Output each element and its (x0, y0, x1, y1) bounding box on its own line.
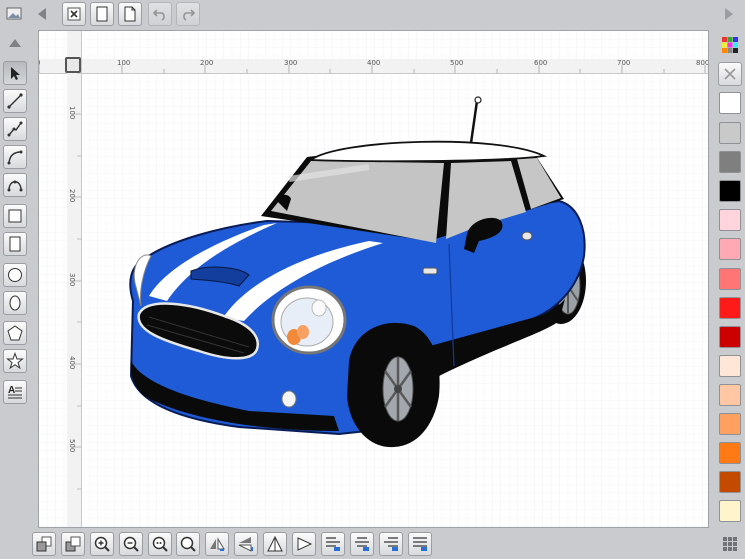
color-swatch-peach[interactable] (719, 384, 741, 406)
zoom-in-icon[interactable] (90, 532, 114, 556)
square-icon[interactable] (3, 204, 27, 228)
color-swatch-gray[interactable] (719, 151, 741, 173)
bezier-icon[interactable] (3, 173, 27, 197)
align-center-icon[interactable] (350, 532, 374, 556)
delete-icon[interactable] (62, 2, 86, 26)
circle-icon[interactable] (3, 263, 27, 287)
car-front-hub (394, 385, 402, 393)
no-color-icon[interactable] (718, 62, 742, 86)
forward-arrow-icon[interactable] (716, 2, 740, 26)
curve-icon[interactable] (3, 145, 27, 169)
car-fuel-cap (521, 231, 533, 241)
left-toolbar: A (0, 28, 30, 528)
play-icon[interactable] (292, 532, 316, 556)
car-headlight-bulb (311, 299, 327, 317)
color-swatch-salmon[interactable] (719, 268, 741, 290)
select-arrow-icon[interactable] (3, 61, 27, 85)
align-left-icon[interactable] (321, 532, 345, 556)
color-swatch-orange[interactable] (719, 442, 741, 464)
undo-icon[interactable] (148, 2, 172, 26)
zoom-fit-icon[interactable] (148, 532, 172, 556)
grid-icon[interactable] (718, 532, 742, 556)
zoom-actual-icon[interactable] (176, 532, 200, 556)
triangle-icon[interactable] (263, 532, 287, 556)
car-fog-light (281, 390, 297, 408)
car-antenna-tip (474, 96, 482, 104)
rectangle-icon[interactable] (3, 232, 27, 256)
line-icon[interactable] (3, 89, 27, 113)
car-roof (308, 140, 548, 163)
drawing-canvas[interactable]: 0 100 200 300 400 500 600 700 800 100 20… (38, 30, 709, 528)
color-swatch-black[interactable] (719, 180, 741, 202)
color-swatch-light-orange[interactable] (719, 413, 741, 435)
copy-page-icon[interactable] (118, 2, 142, 26)
color-swatch-cream[interactable] (719, 500, 741, 522)
car-turn-signal-2 (297, 325, 309, 339)
color-grid-icon[interactable] (718, 33, 742, 57)
car-door-handle (422, 267, 438, 275)
color-swatch-pale-peach[interactable] (719, 355, 741, 377)
color-swatch-red[interactable] (719, 297, 741, 319)
star-icon[interactable] (3, 349, 27, 373)
color-swatch-pink[interactable] (719, 238, 741, 260)
text-icon[interactable]: A (3, 380, 27, 404)
zoom-out-icon[interactable] (119, 532, 143, 556)
pentagon-icon[interactable] (3, 321, 27, 345)
polyline-icon[interactable] (3, 117, 27, 141)
redo-icon[interactable] (176, 2, 200, 26)
top-toolbar (0, 0, 745, 28)
car-antenna (469, 100, 479, 144)
bring-front-icon[interactable] (32, 532, 56, 556)
color-swatch-dark-red[interactable] (719, 326, 741, 348)
color-swatch-white[interactable] (719, 92, 741, 114)
color-swatch-light-gray[interactable] (719, 122, 741, 144)
car-drawing[interactable] (39, 31, 709, 528)
flip-horizontal-icon[interactable] (205, 532, 229, 556)
ellipse-icon[interactable] (3, 291, 27, 315)
align-justify-icon[interactable] (408, 532, 432, 556)
send-back-icon[interactable] (61, 532, 85, 556)
back-arrow-icon[interactable] (31, 2, 55, 26)
align-right-icon[interactable] (379, 532, 403, 556)
new-page-icon[interactable] (90, 2, 114, 26)
gallery-icon[interactable] (2, 2, 26, 26)
up-arrow-icon[interactable] (3, 32, 27, 56)
bottom-toolbar (0, 529, 745, 559)
flip-vertical-icon[interactable] (234, 532, 258, 556)
svg-text:A: A (8, 385, 15, 396)
color-swatch-pale-pink[interactable] (719, 209, 741, 231)
color-swatch-brown[interactable] (719, 471, 741, 493)
